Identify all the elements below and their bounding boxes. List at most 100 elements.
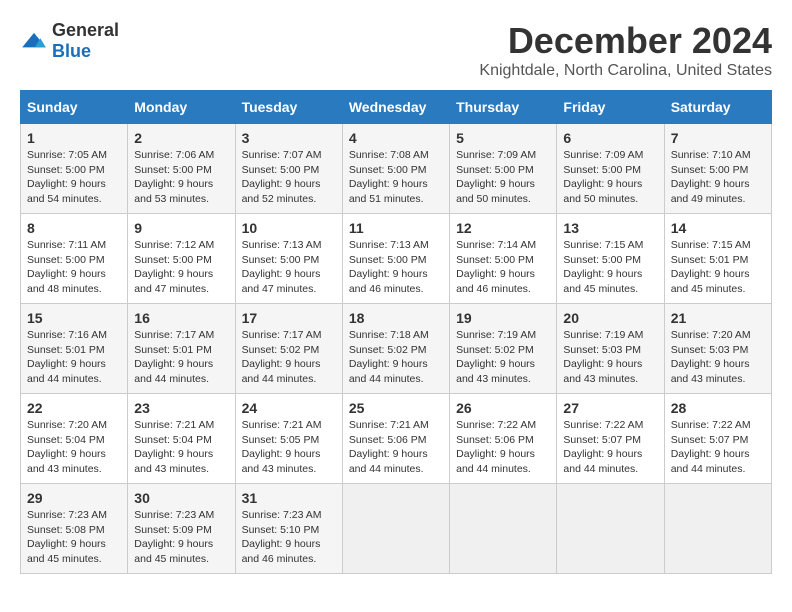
col-wednesday: Wednesday (342, 91, 449, 124)
sunrise-label: Sunrise: 7:15 AM (671, 239, 751, 251)
day-number: 19 (456, 310, 550, 326)
day-number: 25 (349, 400, 443, 416)
day-number: 16 (134, 310, 228, 326)
logo: General Blue (20, 20, 119, 62)
cell-info: Sunrise: 7:23 AM Sunset: 5:08 PM Dayligh… (27, 508, 121, 567)
daylight-label: Daylight: 9 hours and 43 minutes. (134, 448, 213, 475)
daylight-label: Daylight: 9 hours and 52 minutes. (242, 178, 321, 205)
table-row: 9 Sunrise: 7:12 AM Sunset: 5:00 PM Dayli… (128, 214, 235, 304)
daylight-label: Daylight: 9 hours and 43 minutes. (242, 448, 321, 475)
sunset-label: Sunset: 5:00 PM (456, 164, 534, 176)
cell-info: Sunrise: 7:13 AM Sunset: 5:00 PM Dayligh… (349, 238, 443, 297)
daylight-label: Daylight: 9 hours and 43 minutes. (27, 448, 106, 475)
daylight-label: Daylight: 9 hours and 45 minutes. (27, 538, 106, 565)
day-number: 31 (242, 490, 336, 506)
day-number: 20 (563, 310, 657, 326)
day-number: 6 (563, 130, 657, 146)
table-row: 28 Sunrise: 7:22 AM Sunset: 5:07 PM Dayl… (664, 394, 771, 484)
cell-info: Sunrise: 7:17 AM Sunset: 5:02 PM Dayligh… (242, 328, 336, 387)
sunset-label: Sunset: 5:04 PM (27, 434, 105, 446)
day-number: 24 (242, 400, 336, 416)
cell-info: Sunrise: 7:09 AM Sunset: 5:00 PM Dayligh… (563, 148, 657, 207)
table-row: 12 Sunrise: 7:14 AM Sunset: 5:00 PM Dayl… (450, 214, 557, 304)
sunset-label: Sunset: 5:00 PM (349, 254, 427, 266)
logo-blue: Blue (52, 41, 91, 61)
sunset-label: Sunset: 5:00 PM (563, 254, 641, 266)
cell-info: Sunrise: 7:21 AM Sunset: 5:04 PM Dayligh… (134, 418, 228, 477)
table-row: 15 Sunrise: 7:16 AM Sunset: 5:01 PM Dayl… (21, 304, 128, 394)
calendar-week-row: 1 Sunrise: 7:05 AM Sunset: 5:00 PM Dayli… (21, 124, 772, 214)
table-row: 25 Sunrise: 7:21 AM Sunset: 5:06 PM Dayl… (342, 394, 449, 484)
sunset-label: Sunset: 5:00 PM (27, 164, 105, 176)
calendar-week-row: 29 Sunrise: 7:23 AM Sunset: 5:08 PM Dayl… (21, 484, 772, 574)
sunrise-label: Sunrise: 7:22 AM (671, 419, 751, 431)
day-number: 7 (671, 130, 765, 146)
table-row (664, 484, 771, 574)
col-monday: Monday (128, 91, 235, 124)
sunrise-label: Sunrise: 7:09 AM (563, 149, 643, 161)
sunset-label: Sunset: 5:07 PM (563, 434, 641, 446)
cell-info: Sunrise: 7:22 AM Sunset: 5:07 PM Dayligh… (563, 418, 657, 477)
location-title: Knightdale, North Carolina, United State… (479, 62, 772, 80)
table-row: 13 Sunrise: 7:15 AM Sunset: 5:00 PM Dayl… (557, 214, 664, 304)
cell-info: Sunrise: 7:07 AM Sunset: 5:00 PM Dayligh… (242, 148, 336, 207)
sunset-label: Sunset: 5:01 PM (671, 254, 749, 266)
cell-info: Sunrise: 7:21 AM Sunset: 5:05 PM Dayligh… (242, 418, 336, 477)
day-number: 21 (671, 310, 765, 326)
sunrise-label: Sunrise: 7:12 AM (134, 239, 214, 251)
sunrise-label: Sunrise: 7:23 AM (27, 509, 107, 521)
cell-info: Sunrise: 7:16 AM Sunset: 5:01 PM Dayligh… (27, 328, 121, 387)
day-number: 13 (563, 220, 657, 236)
sunrise-label: Sunrise: 7:06 AM (134, 149, 214, 161)
sunrise-label: Sunrise: 7:05 AM (27, 149, 107, 161)
day-number: 27 (563, 400, 657, 416)
cell-info: Sunrise: 7:23 AM Sunset: 5:10 PM Dayligh… (242, 508, 336, 567)
sunrise-label: Sunrise: 7:09 AM (456, 149, 536, 161)
cell-info: Sunrise: 7:22 AM Sunset: 5:06 PM Dayligh… (456, 418, 550, 477)
daylight-label: Daylight: 9 hours and 43 minutes. (671, 358, 750, 385)
daylight-label: Daylight: 9 hours and 45 minutes. (134, 538, 213, 565)
col-thursday: Thursday (450, 91, 557, 124)
calendar-table: Sunday Monday Tuesday Wednesday Thursday… (20, 90, 772, 574)
daylight-label: Daylight: 9 hours and 46 minutes. (242, 538, 321, 565)
sunrise-label: Sunrise: 7:10 AM (671, 149, 751, 161)
daylight-label: Daylight: 9 hours and 54 minutes. (27, 178, 106, 205)
day-number: 10 (242, 220, 336, 236)
day-number: 4 (349, 130, 443, 146)
sunrise-label: Sunrise: 7:19 AM (456, 329, 536, 341)
daylight-label: Daylight: 9 hours and 44 minutes. (456, 448, 535, 475)
day-number: 30 (134, 490, 228, 506)
daylight-label: Daylight: 9 hours and 45 minutes. (563, 268, 642, 295)
cell-info: Sunrise: 7:20 AM Sunset: 5:04 PM Dayligh… (27, 418, 121, 477)
col-friday: Friday (557, 91, 664, 124)
sunrise-label: Sunrise: 7:22 AM (456, 419, 536, 431)
daylight-label: Daylight: 9 hours and 44 minutes. (27, 358, 106, 385)
sunrise-label: Sunrise: 7:20 AM (671, 329, 751, 341)
cell-info: Sunrise: 7:09 AM Sunset: 5:00 PM Dayligh… (456, 148, 550, 207)
table-row: 21 Sunrise: 7:20 AM Sunset: 5:03 PM Dayl… (664, 304, 771, 394)
sunset-label: Sunset: 5:00 PM (27, 254, 105, 266)
daylight-label: Daylight: 9 hours and 46 minutes. (349, 268, 428, 295)
day-number: 15 (27, 310, 121, 326)
sunset-label: Sunset: 5:02 PM (349, 344, 427, 356)
day-number: 29 (27, 490, 121, 506)
day-number: 23 (134, 400, 228, 416)
sunrise-label: Sunrise: 7:19 AM (563, 329, 643, 341)
daylight-label: Daylight: 9 hours and 45 minutes. (671, 268, 750, 295)
table-row: 4 Sunrise: 7:08 AM Sunset: 5:00 PM Dayli… (342, 124, 449, 214)
day-number: 28 (671, 400, 765, 416)
calendar-week-row: 22 Sunrise: 7:20 AM Sunset: 5:04 PM Dayl… (21, 394, 772, 484)
table-row: 14 Sunrise: 7:15 AM Sunset: 5:01 PM Dayl… (664, 214, 771, 304)
cell-info: Sunrise: 7:12 AM Sunset: 5:00 PM Dayligh… (134, 238, 228, 297)
cell-info: Sunrise: 7:19 AM Sunset: 5:02 PM Dayligh… (456, 328, 550, 387)
sunrise-label: Sunrise: 7:13 AM (349, 239, 429, 251)
sunrise-label: Sunrise: 7:17 AM (134, 329, 214, 341)
table-row: 6 Sunrise: 7:09 AM Sunset: 5:00 PM Dayli… (557, 124, 664, 214)
sunrise-label: Sunrise: 7:21 AM (242, 419, 322, 431)
sunrise-label: Sunrise: 7:16 AM (27, 329, 107, 341)
daylight-label: Daylight: 9 hours and 53 minutes. (134, 178, 213, 205)
day-number: 5 (456, 130, 550, 146)
sunrise-label: Sunrise: 7:14 AM (456, 239, 536, 251)
cell-info: Sunrise: 7:17 AM Sunset: 5:01 PM Dayligh… (134, 328, 228, 387)
table-row: 19 Sunrise: 7:19 AM Sunset: 5:02 PM Dayl… (450, 304, 557, 394)
